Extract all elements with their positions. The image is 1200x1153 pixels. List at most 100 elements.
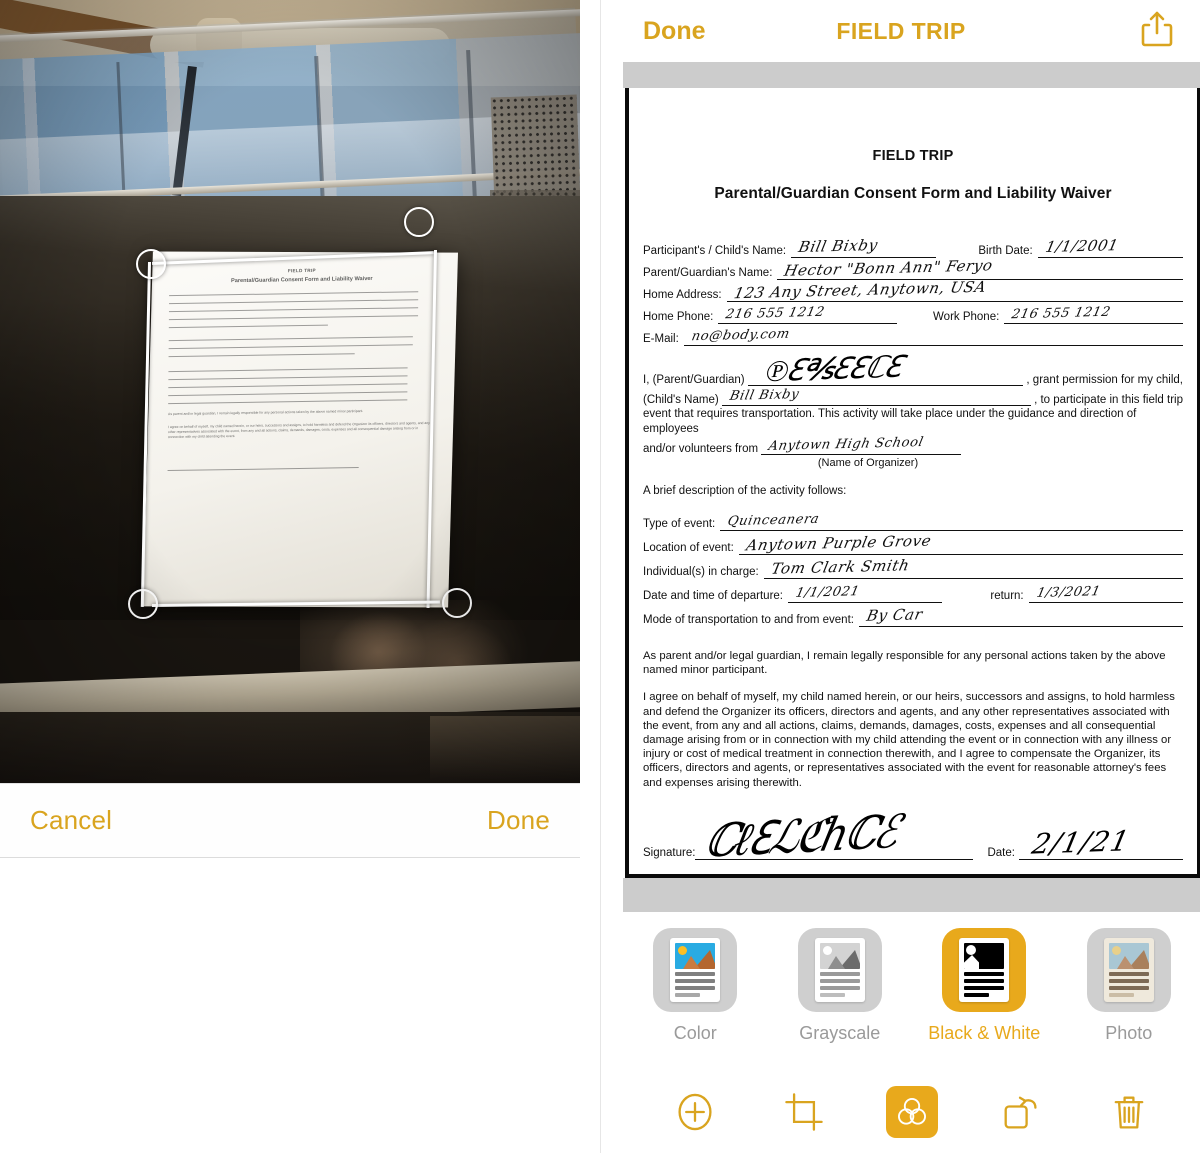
transportation-value: By Car	[864, 605, 925, 625]
consent-guardian-signature-input[interactable]: ℗ℇ℁ℇℇℂℇ	[747, 350, 1024, 389]
email-label: E-Mail:	[643, 333, 679, 345]
consent-flow-text: event that requires transportation. This…	[643, 408, 1137, 435]
home-address-value: 123 Any Street, Anytown, USA	[732, 277, 988, 303]
signature-row: Signature: ℂℓℇℒℭℎℂℰ Date: 2/1/21	[643, 806, 1183, 868]
date-label: Date:	[987, 846, 1015, 859]
consent-child-name-value: Bill Bixby	[727, 387, 801, 404]
black-white-filter-icon	[959, 938, 1010, 1002]
organizer-row: and/or volunteers from Anytown High Scho…	[643, 435, 1183, 455]
consent-child-tail: , to participate in this field trip	[1034, 394, 1183, 406]
consent-guardian-signature-glyph: ℗ℇ℁ℇℇℂℇ	[760, 349, 905, 390]
email-input[interactable]: no@body.com	[683, 327, 1183, 346]
individuals-in-charge-input[interactable]: Tom Clark Smith	[763, 556, 1183, 579]
scan-document-content: FIELD TRIP Parental/Guardian Consent For…	[146, 250, 454, 610]
add-page-button[interactable]	[669, 1086, 721, 1138]
crop-handle-bottom-right[interactable]	[442, 588, 472, 618]
navigation-bar: Done FIELD TRIP	[601, 0, 1200, 62]
home-phone-input[interactable]: 216 555 1212	[718, 305, 898, 324]
organizer-label: and/or volunteers from	[643, 443, 759, 455]
cancel-button[interactable]: Cancel	[30, 805, 112, 836]
signature-input[interactable]: ℂℓℇℒℭℎℂℰ	[695, 806, 974, 868]
field-row-home-address: Home Address: 123 Any Street, Anytown, U…	[643, 278, 1183, 302]
camera-scan-panel: FIELD TRIP Parental/Guardian Consent For…	[0, 0, 580, 1153]
activity-row-location: Location of event: Anytown Purple Grove	[643, 531, 1183, 555]
field-row-phones: Home Phone: 216 555 1212 Work Phone: 216…	[643, 303, 1183, 324]
date-input[interactable]: 2/1/21	[1018, 824, 1183, 860]
rotate-button[interactable]	[994, 1086, 1046, 1138]
crop-button[interactable]	[778, 1086, 830, 1138]
consent-line-guardian: I, (Parent/Guardian) ℗ℇ℁ℇℇℂℇ , grant per…	[643, 350, 1183, 390]
location-of-event-label: Location of event:	[643, 542, 734, 554]
work-phone-label: Work Phone:	[933, 311, 1000, 323]
home-address-input[interactable]: 123 Any Street, Anytown, USA	[726, 278, 1183, 302]
filter-option-grayscale[interactable]: Grayscale	[780, 928, 900, 1044]
nav-done-button[interactable]: Done	[643, 17, 706, 46]
consent-guardian-tail: , grant permission for my child,	[1026, 374, 1183, 386]
participant-name-input[interactable]: Bill Bixby	[791, 236, 937, 258]
type-of-event-label: Type of event:	[643, 518, 716, 530]
transportation-label: Mode of transportation to and from event…	[643, 614, 854, 626]
departure-input[interactable]: 1/1/2021	[788, 583, 943, 603]
consent-child-name-input[interactable]: Bill Bixby	[721, 387, 1032, 406]
activity-row-transportation: Mode of transportation to and from event…	[643, 603, 1183, 627]
consent-line-child: (Child's Name) Bill Bixby , to participa…	[643, 386, 1183, 406]
home-phone-label: Home Phone:	[643, 311, 714, 323]
organizer-value: Anytown High School	[767, 434, 925, 455]
activity-heading: A brief description of the activity foll…	[643, 485, 847, 497]
black-white-filter-tile[interactable]	[942, 928, 1027, 1012]
left-panel-filler	[0, 858, 580, 1153]
transportation-input[interactable]: By Car	[858, 605, 1183, 627]
detected-document-preview: FIELD TRIP Parental/Guardian Consent For…	[142, 250, 459, 610]
color-filter-label: Color	[673, 1023, 717, 1043]
home-address-label: Home Address:	[643, 289, 722, 301]
photo-filter-label: Photo	[1105, 1023, 1153, 1043]
return-label: return:	[990, 590, 1024, 602]
activity-row-type: Type of event: Quinceanera	[643, 507, 1183, 531]
crop-handle-top-right[interactable]	[404, 207, 434, 237]
date-glyph: 2/1/21	[1029, 824, 1133, 861]
grayscale-filter-tile[interactable]	[797, 928, 882, 1012]
document-editor-panel: Done FIELD TRIP FIELD TRIP Parental/Guar…	[600, 0, 1200, 1153]
field-row-guardian-name: Parent/Guardian's Name: Hector "Bonn Ann…	[643, 256, 1183, 280]
activity-fields: Type of event: Quinceanera Location of e…	[643, 507, 1183, 627]
grayscale-filter-icon	[814, 938, 865, 1002]
organizer-caption: (Name of Organizer)	[817, 457, 919, 469]
type-of-event-input[interactable]: Quinceanera	[720, 511, 1183, 531]
organizer-input[interactable]: Anytown High School	[761, 435, 962, 455]
work-phone-input[interactable]: 216 555 1212	[1004, 305, 1183, 324]
scan-doc-subtitle: Parental/Guardian Consent Form and Liabi…	[230, 275, 373, 285]
floor-highlight	[430, 716, 580, 783]
crop-handle-top-left[interactable]	[136, 249, 166, 279]
photo-filter-tile[interactable]	[1086, 928, 1171, 1012]
individuals-in-charge-label: Individual(s) in charge:	[643, 566, 759, 578]
signature-glyph: ℂℓℇℒℭℎℂℰ	[699, 805, 903, 869]
birth-date-input[interactable]: 1/1/2001	[1037, 236, 1184, 258]
location-of-event-input[interactable]: Anytown Purple Grove	[738, 531, 1183, 555]
color-filter-tile[interactable]	[653, 928, 738, 1012]
filters-button[interactable]	[885, 1085, 938, 1138]
share-icon[interactable]	[1135, 8, 1179, 52]
grayscale-filter-label: Grayscale	[799, 1023, 881, 1043]
page-bottom-spacer	[623, 878, 1200, 912]
activity-row-departure: Date and time of departure: 1/1/2021 ret…	[643, 579, 1183, 603]
photo-filter-icon	[1103, 938, 1154, 1002]
participant-name-value: Bill Bixby	[797, 235, 880, 257]
return-input[interactable]: 1/3/2021	[1028, 583, 1183, 603]
photo-filter-image	[1108, 943, 1149, 969]
filter-option-black-white[interactable]: Black & White	[924, 928, 1044, 1044]
consent-child-label: (Child's Name)	[643, 394, 719, 406]
filter-option-color[interactable]: Color	[635, 928, 755, 1044]
delete-button[interactable]	[1103, 1086, 1155, 1138]
camera-viewfinder[interactable]: FIELD TRIP Parental/Guardian Consent For…	[0, 0, 580, 783]
birth-date-value: 1/1/2001	[1043, 236, 1120, 256]
scan-done-button[interactable]: Done	[487, 805, 550, 836]
legal-paragraph-1: As parent and/or legal guardian, I remai…	[643, 650, 1166, 677]
scanned-document-page[interactable]: FIELD TRIP Parental/Guardian Consent For…	[625, 88, 1200, 878]
location-of-event-value: Anytown Purple Grove	[744, 531, 933, 555]
document-title: FIELD TRIP	[872, 148, 954, 164]
crop-handle-bottom-left[interactable]	[128, 589, 158, 619]
guardian-name-value: Hector "Bonn Ann" Feryo	[782, 256, 996, 280]
consent-block: I, (Parent/Guardian) ℗ℇ℁ℇℇℂℇ , grant per…	[643, 350, 1183, 469]
filter-option-photo[interactable]: Photo	[1069, 928, 1189, 1044]
type-of-event-value: Quinceanera	[726, 511, 821, 530]
